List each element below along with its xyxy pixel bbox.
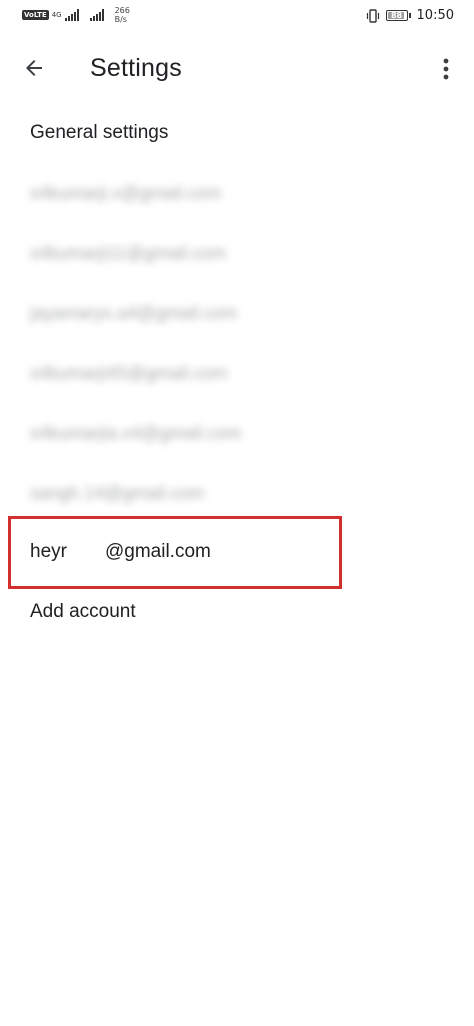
- signal-strength-icon: [64, 9, 79, 21]
- more-vert-icon: [443, 58, 449, 80]
- network-speed-value: 266: [114, 6, 130, 15]
- account-item-blurred-3[interactable]: jayamaryx.a4@gmail.com: [30, 303, 237, 324]
- account-item-blurred-1[interactable]: s4kumarji.x@gmail.com: [30, 183, 221, 204]
- arrow-back-icon: [26, 60, 42, 76]
- page-title: Settings: [90, 54, 182, 82]
- network-speed: 266 B/s: [115, 6, 130, 24]
- status-right: 88 10:50: [366, 8, 454, 23]
- signal-strength-2-icon: [89, 9, 104, 21]
- network-type: 4G: [51, 11, 62, 19]
- account-item-blurred-4[interactable]: s4kumarji45@gmail.com: [30, 363, 227, 384]
- battery-level: 88: [390, 11, 403, 20]
- add-account-item[interactable]: Add account: [30, 601, 136, 623]
- network-speed-unit: B/s: [114, 15, 127, 24]
- volte-badge: VoLTE: [22, 10, 49, 20]
- back-button[interactable]: [18, 54, 50, 82]
- status-left: VoLTE 4G 266 B/s: [22, 6, 130, 24]
- battery-tip: [408, 13, 411, 18]
- battery-icon: 88: [385, 10, 408, 21]
- redaction-block: [66, 541, 105, 562]
- account-item-blurred-5[interactable]: s4kumarjia.x4@gmail.com: [30, 423, 241, 444]
- account-email-prefix: heyr: [30, 541, 67, 562]
- status-bar: VoLTE 4G 266 B/s 88 10:50: [0, 0, 474, 34]
- account-item-blurred-2[interactable]: s4kumarji11@gmail.com: [30, 243, 226, 264]
- general-settings-item[interactable]: General settings: [30, 122, 168, 144]
- account-email-suffix: @gmail.com: [104, 541, 211, 562]
- top-app-bar: Settings: [0, 40, 474, 96]
- account-item-blurred-6[interactable]: sangh.14@gmail.com: [30, 483, 204, 504]
- vibrate-icon: [366, 8, 379, 23]
- more-options-button[interactable]: [434, 54, 458, 84]
- status-clock: 10:50: [416, 8, 454, 23]
- account-item-highlighted[interactable]: heyr @gmail.com: [30, 541, 211, 563]
